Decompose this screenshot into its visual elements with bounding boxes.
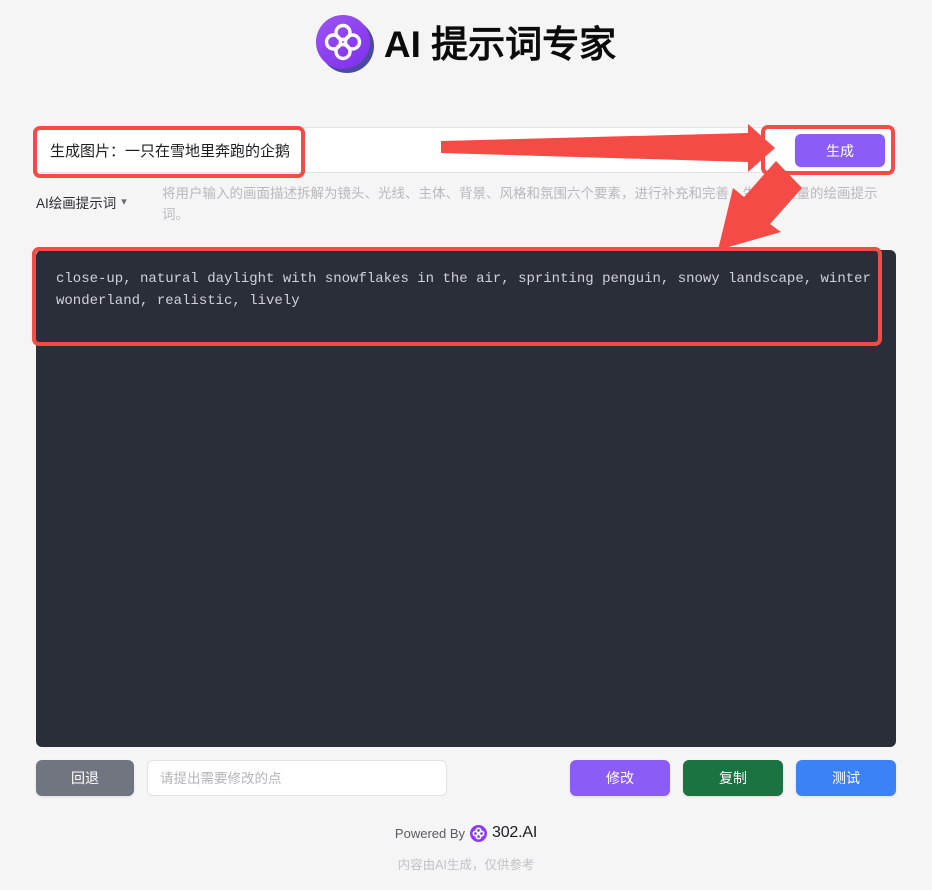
output-panel[interactable]: close-up, natural daylight with snowflak… [36,250,896,747]
back-button[interactable]: 回退 [36,760,134,796]
page-title: AI 提示词专家 [383,23,617,65]
four-leaf-clover-icon-small [472,827,485,839]
test-button[interactable]: 测试 [796,760,896,796]
model-description: 将用户输入的画面描述拆解为镜头、光线、主体、背景、风格和氛围六个要素，进行补充和… [162,186,878,222]
model-meta-row: AI绘画提示词 ▾ 将用户输入的画面描述拆解为镜头、光线、主体、背景、风格和氛围… [36,183,896,225]
four-leaf-clover-icon [324,23,362,61]
brand-logo-icon [470,824,488,842]
model-select-label: AI绘画提示词 [36,196,117,211]
brand-name: 302.AI [492,824,538,841]
prompt-input[interactable] [36,128,896,172]
prompt-input-row: 生成 [36,127,896,173]
chevron-down-icon: ▾ [121,195,127,208]
output-text: close-up, natural daylight with snowflak… [56,271,880,309]
page-header: AI 提示词专家 [0,0,932,73]
disclaimer-text: 内容由AI生成，仅供参考 [397,857,535,872]
generate-button[interactable]: 生成 [795,134,885,167]
powered-by-label: Powered By [394,825,466,841]
app-logo [315,15,374,73]
logo-disc [315,15,370,69]
model-select-dropdown[interactable]: AI绘画提示词 ▾ [36,183,154,212]
page-footer: Powered By 302.AI 内容由AI生成，仅供参考 [0,824,932,873]
modify-button[interactable]: 修改 [570,760,670,796]
revise-input[interactable] [147,760,447,796]
powered-by: Powered By 302.AI [395,824,537,842]
copy-button[interactable]: 复制 [683,760,783,796]
action-bar: 回退 修改 复制 测试 [36,760,896,796]
